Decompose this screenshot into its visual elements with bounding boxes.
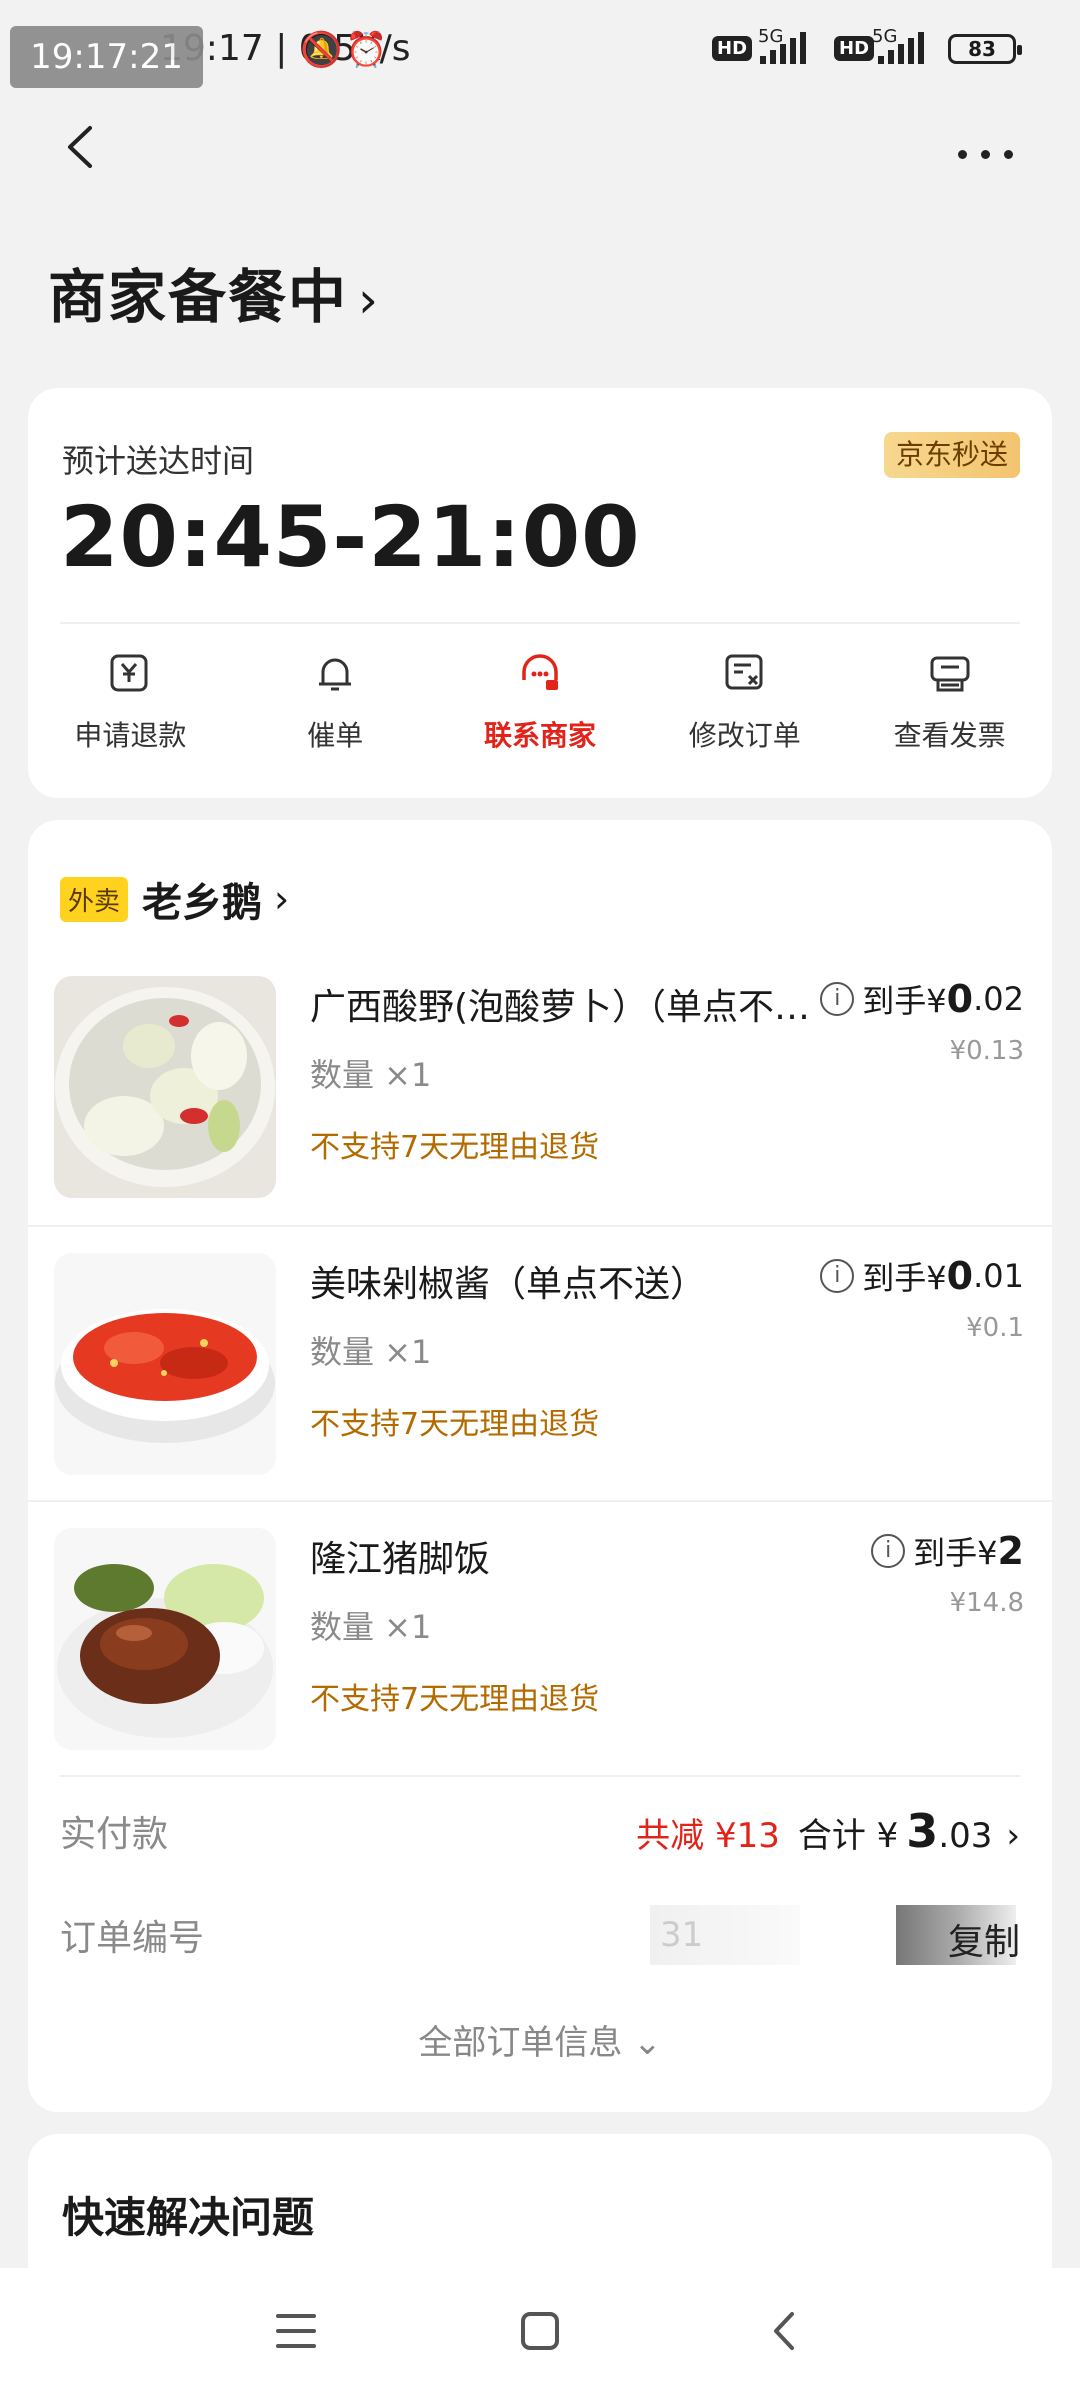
item-original-price: ¥0.1 — [966, 1313, 1024, 1343]
alarm-icon: ⏰ — [345, 30, 388, 70]
payment-row[interactable]: 实付款 共减 ¥13 合计 ¥ 3 .03 › — [60, 1795, 1020, 1867]
eta-time: 20:45-21:00 — [60, 488, 641, 586]
edit-order-icon — [725, 654, 763, 690]
nav-back-icon[interactable] — [768, 2308, 798, 2354]
return-policy-note: 不支持7天无理由退货 — [310, 1682, 600, 1717]
item-original-price: ¥0.13 — [949, 1036, 1024, 1066]
shop-name: 老乡鹅 — [142, 880, 263, 926]
order-card: 外卖 老乡鹅 › 广西酸野(泡酸萝卜）（单点不送） i 到手¥ 0 .02 ¥0… — [28, 820, 1052, 2112]
quick-solve-title: 快速解决问题 — [62, 2193, 315, 2242]
item-final-price[interactable]: i 到手¥ 0.01 — [820, 1253, 1024, 1299]
order-number-row: 订单编号 31 复制 — [60, 1905, 1020, 1965]
order-number-redacted: 31 — [650, 1905, 800, 1965]
refund-button[interactable]: 申请退款 — [28, 650, 233, 754]
all-order-info-toggle[interactable]: 全部订单信息 ⌄ — [28, 2015, 1052, 2064]
order-status-title[interactable]: 商家备餐中 › — [48, 250, 380, 334]
delivery-card: 预计送达时间 20:45-21:00 京东秒送 申请退款 催单 联系商家 修改订… — [28, 388, 1052, 798]
item-final-price[interactable]: i 到手¥ 2 — [871, 1528, 1024, 1574]
more-options-icon[interactable] — [958, 150, 1013, 159]
discount-amount: 共减 ¥13 — [636, 1816, 780, 1856]
item-title: 隆江猪脚饭 — [310, 1539, 491, 1580]
total-label: 合计 ¥ — [797, 1816, 899, 1856]
order-number-label: 订单编号 — [60, 1918, 205, 1959]
delivery-service-badge: 京东秒送 — [883, 432, 1020, 478]
product-image-chili-sauce — [54, 1253, 276, 1475]
mute-icon: 🔕 — [300, 30, 343, 70]
chevron-right-icon: › — [274, 877, 290, 921]
signal-icon — [760, 32, 806, 64]
screen-time-chip: 19:17:21 — [10, 26, 203, 88]
urge-order-button[interactable]: 催单 — [233, 650, 438, 754]
invoice-icon — [930, 656, 970, 692]
return-policy-note: 不支持7天无理由退货 — [310, 1130, 600, 1165]
refund-icon — [110, 654, 148, 692]
home-icon[interactable] — [521, 2312, 559, 2350]
order-detail-page: 19:17 | 0.5K/s 🔕 ⏰ 19:17:21 HD 5G HD 5G … — [0, 0, 1080, 2400]
order-item[interactable]: 广西酸野(泡酸萝卜）（单点不送） i 到手¥ 0.02 ¥0.13 数量 ×1 不… — [28, 950, 1052, 1225]
shop-header[interactable]: 外卖 老乡鹅 › — [60, 870, 289, 928]
total-int: 3 — [906, 1804, 939, 1858]
system-navigation-bar — [0, 2268, 1080, 2400]
order-item[interactable]: 美味剁椒酱（单点不送） i 到手¥ 0.01 ¥0.1 数量 ×1 不支持7天无理… — [28, 1225, 1052, 1500]
item-title: 广西酸野(泡酸萝卜）（单点不送） — [310, 987, 830, 1028]
merchant-service-icon — [522, 654, 558, 690]
product-image-pickled-radish — [54, 976, 276, 1198]
item-title: 美味剁椒酱（单点不送） — [310, 1264, 707, 1305]
status-bar: 19:17 | 0.5K/s 🔕 ⏰ 19:17:21 HD 5G HD 5G … — [0, 0, 1080, 100]
return-policy-note: 不支持7天无理由退货 — [310, 1407, 600, 1442]
menu-icon[interactable] — [276, 2314, 316, 2359]
takeout-tag: 外卖 — [60, 876, 129, 922]
info-icon[interactable]: i — [820, 1259, 855, 1293]
item-original-price: ¥14.8 — [949, 1588, 1024, 1618]
item-quantity: 数量 ×1 — [310, 1608, 432, 1646]
copy-button[interactable]: 复制 — [948, 1913, 1020, 1965]
contact-merchant-button[interactable]: 联系商家 — [438, 650, 643, 754]
view-invoice-button[interactable]: 查看发票 — [847, 650, 1052, 754]
divider — [60, 622, 1020, 624]
hd-icon: HD — [712, 36, 753, 61]
signal-icon-2 — [878, 32, 924, 64]
chevron-right-icon: › — [1006, 1816, 1020, 1856]
divider — [60, 1775, 1020, 1777]
payment-label: 实付款 — [60, 1814, 169, 1855]
item-quantity: 数量 ×1 — [310, 1056, 432, 1094]
modify-order-button[interactable]: 修改订单 — [642, 650, 847, 754]
total-dec: .03 — [938, 1816, 993, 1856]
bell-icon — [319, 658, 352, 691]
hd-icon-2: HD — [834, 36, 875, 61]
info-icon[interactable]: i — [820, 982, 855, 1016]
back-arrow-icon[interactable] — [60, 122, 100, 172]
item-final-price[interactable]: i 到手¥ 0.02 — [820, 976, 1024, 1022]
payment-summary[interactable]: 共减 ¥13 合计 ¥ 3 .03 › — [636, 1804, 1020, 1858]
eta-label: 预计送达时间 — [62, 442, 255, 480]
battery-icon: 83 — [948, 34, 1022, 64]
info-icon[interactable]: i — [871, 1534, 906, 1568]
product-image-pork-knuckle-rice — [54, 1528, 276, 1750]
item-quantity: 数量 ×1 — [310, 1333, 432, 1371]
order-item[interactable]: 隆江猪脚饭 i 到手¥ 2 ¥14.8 数量 ×1 不支持7天无理由退货 — [28, 1500, 1052, 1775]
action-bar: 申请退款 催单 联系商家 修改订单 查看发票 — [28, 650, 1052, 754]
